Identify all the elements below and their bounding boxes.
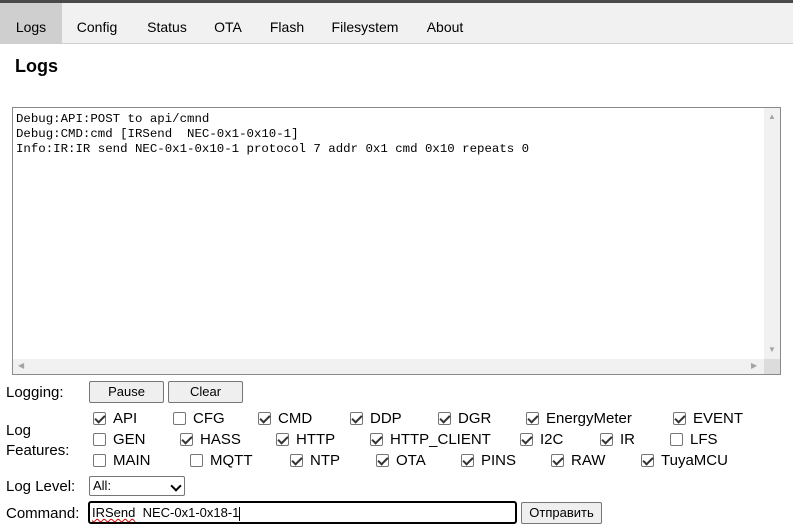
tab-ota[interactable]: OTA	[202, 3, 254, 43]
checkbox[interactable]	[173, 412, 186, 425]
command-input-word: IRSend	[92, 505, 136, 520]
checkbox[interactable]	[350, 412, 363, 425]
tab-logs[interactable]: Logs	[0, 3, 62, 43]
checkbox[interactable]	[290, 454, 303, 467]
log-level-select[interactable]: All:	[89, 476, 185, 496]
log-features-label-2: Features:	[6, 442, 70, 459]
log-line: Debug:API:POST to api/cmnd	[16, 112, 210, 126]
chevron-down-icon	[170, 480, 182, 492]
log-level-value: All:	[93, 478, 112, 493]
checkbox[interactable]	[600, 433, 613, 446]
checkbox[interactable]	[276, 433, 289, 446]
command-label: Command:	[6, 505, 80, 522]
page-title: Logs	[15, 56, 58, 76]
checkbox[interactable]	[670, 433, 683, 446]
tab-flash[interactable]: Flash	[254, 3, 320, 43]
tab-filesystem[interactable]: Filesystem	[320, 3, 410, 43]
scroll-right-icon[interactable]: ▶	[751, 361, 757, 371]
horizontal-scrollbar[interactable]: ◀ ▶	[13, 359, 780, 374]
checkbox[interactable]	[526, 412, 539, 425]
checkbox[interactable]	[551, 454, 564, 467]
checkbox[interactable]	[520, 433, 533, 446]
checkbox[interactable]	[93, 412, 106, 425]
scroll-up-icon[interactable]: ▲	[768, 112, 776, 122]
checkbox[interactable]	[461, 454, 474, 467]
checkbox[interactable]	[93, 454, 106, 467]
text-caret	[239, 506, 241, 521]
tab-bar: Logs Config Status OTA Flash Filesystem …	[0, 3, 793, 44]
scroll-left-icon[interactable]: ◀	[18, 361, 24, 371]
log-line: Debug:CMD:cmd [IRSend NEC-0x1-0x10-1]	[16, 127, 299, 141]
log-level-label: Log Level:	[6, 478, 76, 495]
checkbox[interactable]	[180, 433, 193, 446]
send-button[interactable]: Отправить	[521, 502, 602, 524]
checkbox[interactable]	[438, 412, 451, 425]
log-output: Debug:API:POST to api/cmnd Debug:CMD:cmd …	[16, 112, 529, 157]
log-textarea[interactable]: Debug:API:POST to api/cmnd Debug:CMD:cmd …	[12, 107, 781, 375]
checkbox[interactable]	[641, 454, 654, 467]
checkbox[interactable]	[370, 433, 383, 446]
tab-status[interactable]: Status	[132, 3, 202, 43]
checkbox[interactable]	[258, 412, 271, 425]
log-line: Info:IR:IR send NEC-0x1-0x10-1 protocol …	[16, 142, 530, 156]
scrollbar-corner	[764, 359, 780, 374]
tab-config[interactable]: Config	[62, 3, 132, 43]
log-features-label: Log	[6, 422, 32, 439]
scroll-down-icon[interactable]: ▼	[768, 345, 776, 355]
pause-button[interactable]: Pause	[89, 381, 164, 403]
vertical-scrollbar[interactable]: ▲ ▼	[764, 108, 780, 374]
checkbox[interactable]	[190, 454, 203, 467]
command-input-rest: NEC-0x1-0x18-1	[135, 505, 240, 520]
checkbox[interactable]	[93, 433, 106, 446]
checkbox[interactable]	[673, 412, 686, 425]
checkbox[interactable]	[376, 454, 389, 467]
logging-label: Logging:	[6, 384, 64, 401]
tab-about[interactable]: About	[410, 3, 480, 43]
command-input[interactable]: IRSend NEC-0x1-0x18-1	[88, 501, 517, 524]
clear-button[interactable]: Clear	[168, 381, 243, 403]
